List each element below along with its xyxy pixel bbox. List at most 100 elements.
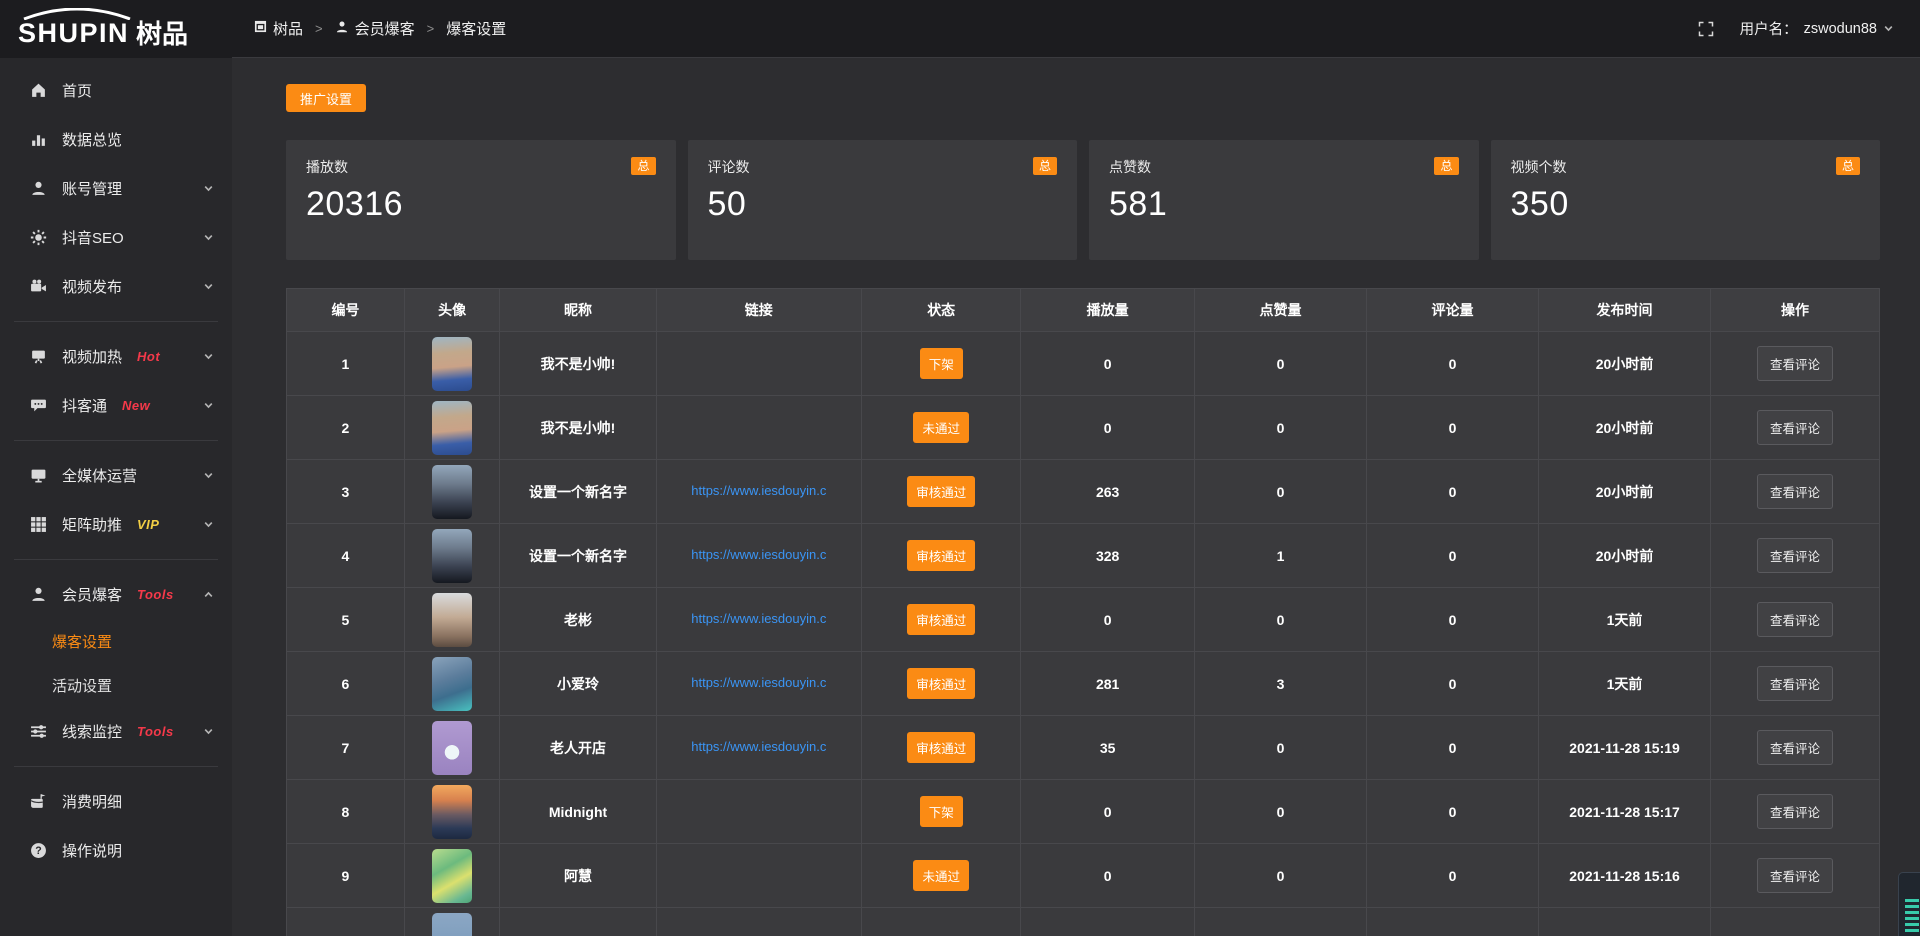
- video-link[interactable]: https://www.iesdouyin.c: [691, 739, 826, 754]
- main-content: 推广设置 播放数总20316评论数总50点赞数总581视频个数总350 编号头像…: [232, 58, 1920, 936]
- cell-status: 下架: [862, 780, 1021, 844]
- fullscreen-icon[interactable]: [1698, 21, 1714, 37]
- sidebar-item-consume-detail[interactable]: 消费明细: [0, 777, 232, 826]
- sidebar-item-data-overview[interactable]: 数据总览: [0, 115, 232, 164]
- view-comments-button[interactable]: 查看评论: [1757, 538, 1833, 573]
- avatar: [432, 849, 472, 903]
- status-badge[interactable]: 审核通过: [907, 604, 975, 635]
- video-table: 编号头像昵称链接状态播放量点赞量评论量发布时间操作 1我不是小帅!下架00020…: [286, 288, 1880, 936]
- stat-card-value: 20316: [306, 185, 656, 224]
- status-badge[interactable]: 审核通过: [907, 668, 975, 699]
- logo-text-cn: 树品: [136, 8, 188, 51]
- breadcrumb-item-member-baoke[interactable]: 会员爆客: [335, 18, 415, 39]
- cell-index: 7: [287, 716, 405, 780]
- view-comments-button[interactable]: 查看评论: [1757, 410, 1833, 445]
- sidebar-item-clue-monitor[interactable]: 线索监控Tools: [0, 707, 232, 756]
- cell-likes: [1194, 908, 1366, 936]
- cell-link: https://www.iesdouyin.c: [656, 460, 861, 524]
- video-link[interactable]: https://www.iesdouyin.c: [691, 611, 826, 626]
- cell-index: 6: [287, 652, 405, 716]
- column-header: 状态: [862, 289, 1021, 332]
- cell-comments: 0: [1367, 844, 1539, 908]
- status-badge[interactable]: 审核通过: [907, 732, 975, 763]
- sidebar-item-label: 数据总览: [62, 129, 122, 150]
- breadcrumb-label: 会员爆客: [355, 18, 415, 39]
- cell-nickname: 设置一个新名字: [500, 460, 656, 524]
- sidebar-item-member-baoke[interactable]: 会员爆客Tools: [0, 570, 232, 619]
- view-comments-button[interactable]: 查看评论: [1757, 474, 1833, 509]
- table-row: 4设置一个新名字https://www.iesdouyin.c审核通过32810…: [287, 524, 1880, 588]
- cell-action: 查看评论: [1711, 588, 1880, 652]
- cell-avatar: [404, 652, 500, 716]
- cell-plays: 263: [1021, 460, 1195, 524]
- view-comments-button[interactable]: 查看评论: [1757, 730, 1833, 765]
- sidebar-item-video-heat[interactable]: 视频加热Hot: [0, 332, 232, 381]
- cell-status: 审核通过: [862, 652, 1021, 716]
- chevron-down-icon: [203, 232, 214, 243]
- breadcrumb-item-baoke-settings[interactable]: 爆客设置: [446, 18, 506, 39]
- column-header: 发布时间: [1539, 289, 1711, 332]
- sidebar-item-media-operation[interactable]: 全媒体运营: [0, 451, 232, 500]
- view-comments-button[interactable]: 查看评论: [1757, 858, 1833, 893]
- status-badge[interactable]: 未通过: [913, 412, 969, 443]
- sidebar-subitem-baoke-settings[interactable]: 爆客设置: [0, 619, 232, 663]
- sidebar-subitem-label: 爆客设置: [52, 631, 112, 652]
- home-icon: [30, 82, 49, 99]
- status-badge[interactable]: 审核通过: [907, 540, 975, 571]
- sidebar-item-account-management[interactable]: 账号管理: [0, 164, 232, 213]
- svg-text:?: ?: [35, 845, 41, 857]
- cell-comments: [1367, 908, 1539, 936]
- username-menu[interactable]: 用户名：zswodun88: [1740, 18, 1894, 39]
- video-link[interactable]: https://www.iesdouyin.c: [691, 675, 826, 690]
- status-badge[interactable]: 未通过: [913, 860, 969, 891]
- cell-avatar: [404, 844, 500, 908]
- cell-comments: 0: [1367, 652, 1539, 716]
- cell-action: 查看评论: [1711, 460, 1880, 524]
- promo-settings-button[interactable]: 推广设置: [286, 84, 366, 112]
- sidebar-item-douyin-seo[interactable]: 抖音SEO: [0, 213, 232, 262]
- total-badge: 总: [1033, 157, 1057, 175]
- sidebar-item-video-publish[interactable]: 视频发布: [0, 262, 232, 311]
- sidebar-item-label: 消费明细: [62, 791, 122, 812]
- cell-nickname: 阿慧: [500, 844, 656, 908]
- column-header: 操作: [1711, 289, 1880, 332]
- stat-card-label: 视频个数: [1511, 157, 1567, 177]
- view-comments-button[interactable]: 查看评论: [1757, 666, 1833, 701]
- table-row: 7老人开店https://www.iesdouyin.c审核通过35002021…: [287, 716, 1880, 780]
- cell-plays: [1021, 908, 1195, 936]
- avatar: [432, 657, 472, 711]
- view-comments-button[interactable]: 查看评论: [1757, 346, 1833, 381]
- chevron-up-icon: [203, 589, 214, 600]
- table-row: 3设置一个新名字https://www.iesdouyin.c审核通过26300…: [287, 460, 1880, 524]
- heat-icon: [30, 348, 49, 365]
- status-badge[interactable]: 下架: [920, 796, 963, 827]
- status-badge[interactable]: 下架: [920, 348, 963, 379]
- status-badge[interactable]: 审核通过: [907, 476, 975, 507]
- sidebar-item-douketong[interactable]: 抖客通New: [0, 381, 232, 430]
- cell-time: 20小时前: [1539, 332, 1711, 396]
- video-link[interactable]: https://www.iesdouyin.c: [691, 483, 826, 498]
- cell-index: 8: [287, 780, 405, 844]
- cell-likes: 0: [1194, 780, 1366, 844]
- sidebar-subitem-activity-settings[interactable]: 活动设置: [0, 663, 232, 707]
- cell-avatar: [404, 780, 500, 844]
- cell-likes: 3: [1194, 652, 1366, 716]
- floating-widget[interactable]: [1898, 872, 1920, 936]
- sidebar-item-home[interactable]: 首页: [0, 66, 232, 115]
- sidebar-item-matrix-boost[interactable]: 矩阵助推VIP: [0, 500, 232, 549]
- avatar: [432, 785, 472, 839]
- cell-status: 审核通过: [862, 588, 1021, 652]
- view-comments-button[interactable]: 查看评论: [1757, 602, 1833, 637]
- cell-comments: 0: [1367, 396, 1539, 460]
- total-badge: 总: [631, 157, 655, 175]
- sidebar-subitem-label: 活动设置: [52, 675, 112, 696]
- view-comments-button[interactable]: 查看评论: [1757, 794, 1833, 829]
- video-link[interactable]: https://www.iesdouyin.c: [691, 547, 826, 562]
- stat-card-label: 评论数: [708, 157, 750, 177]
- stat-card-value: 350: [1511, 185, 1861, 224]
- sidebar-item-operation-guide[interactable]: ?操作说明: [0, 826, 232, 875]
- breadcrumb-item-shupin[interactable]: 树品: [254, 18, 303, 39]
- table-row: 9阿慧未通过0002021-11-28 15:16查看评论: [287, 844, 1880, 908]
- cell-status: 下架: [862, 332, 1021, 396]
- person-icon: [335, 20, 349, 38]
